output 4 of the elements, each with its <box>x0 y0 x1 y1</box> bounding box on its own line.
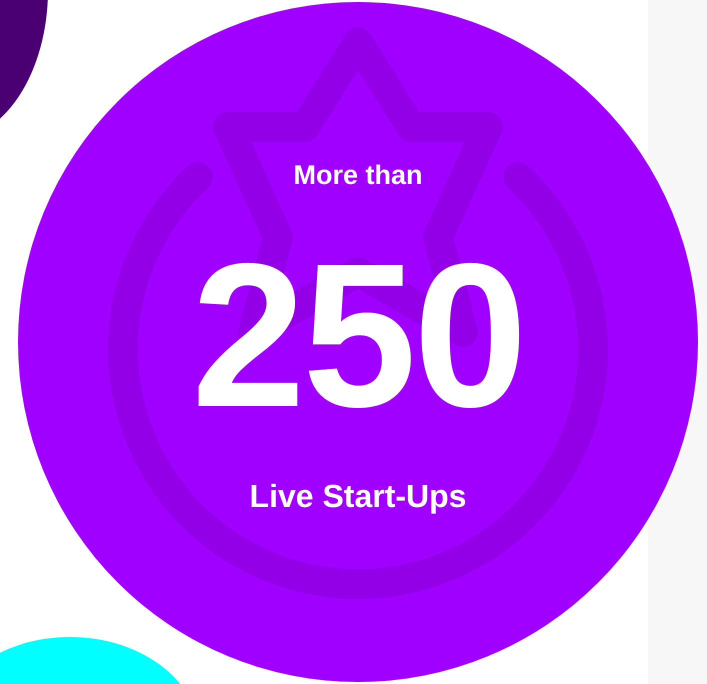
stat-label: Live Start-Ups <box>250 478 466 515</box>
stat-prefix: More than <box>293 160 422 191</box>
stat-value: 250 <box>191 233 525 438</box>
star-badge-icon <box>108 27 608 599</box>
